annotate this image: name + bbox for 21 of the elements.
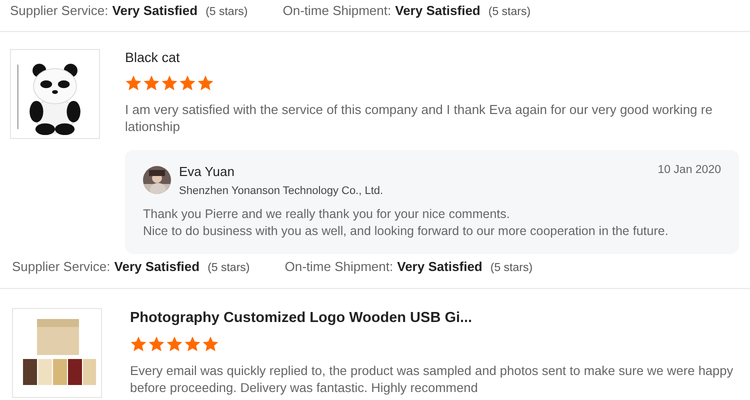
- reply-text: Thank you Pierre and we really thank you for your nice comments.: [143, 206, 511, 223]
- rating-stars-text: (5 stars): [488, 5, 531, 20]
- rating-value: Very Satisfied: [112, 2, 198, 20]
- rating-stars-text: (5 stars): [206, 5, 248, 20]
- rating-value: Very Satisfied: [397, 258, 482, 276]
- rating-label: On-time Shipment:: [284, 258, 394, 276]
- rating-label: On-time Shipment:: [282, 2, 392, 20]
- rating-label: Supplier Service:: [12, 258, 110, 276]
- rating-stars-text: (5 stars): [208, 261, 250, 276]
- rating-stars-text: (5 stars): [490, 261, 533, 276]
- reply-text: Nice to do business with you as well, and looking forward to our more cooperation in the future.: [143, 223, 670, 240]
- product-title[interactable]: Photography Customized Logo Wooden USB Gi...: [130, 309, 738, 327]
- rating-label: Supplier Service:: [10, 2, 108, 20]
- company-name: Shenzhen Yonanson Technology Co., Ltd.: [179, 184, 384, 198]
- rating-value: Very Satisfied: [114, 258, 200, 276]
- rating-value: Very Satisfied: [395, 2, 480, 20]
- review-text: Every email was quickly replied to, the product was sampled and photos sent to make sure we were happy before proceeding. Delivery was fantastic. Highly recommend: [130, 362, 734, 396]
- reply-date: 10 Jan 2020: [658, 164, 721, 176]
- replier-name: Eva Yuan: [179, 164, 236, 180]
- review-text: I am very satisfied with the service of this company and I thank Eva again for our very good working relationship: [125, 101, 714, 135]
- product-title[interactable]: Black cat: [125, 50, 739, 66]
